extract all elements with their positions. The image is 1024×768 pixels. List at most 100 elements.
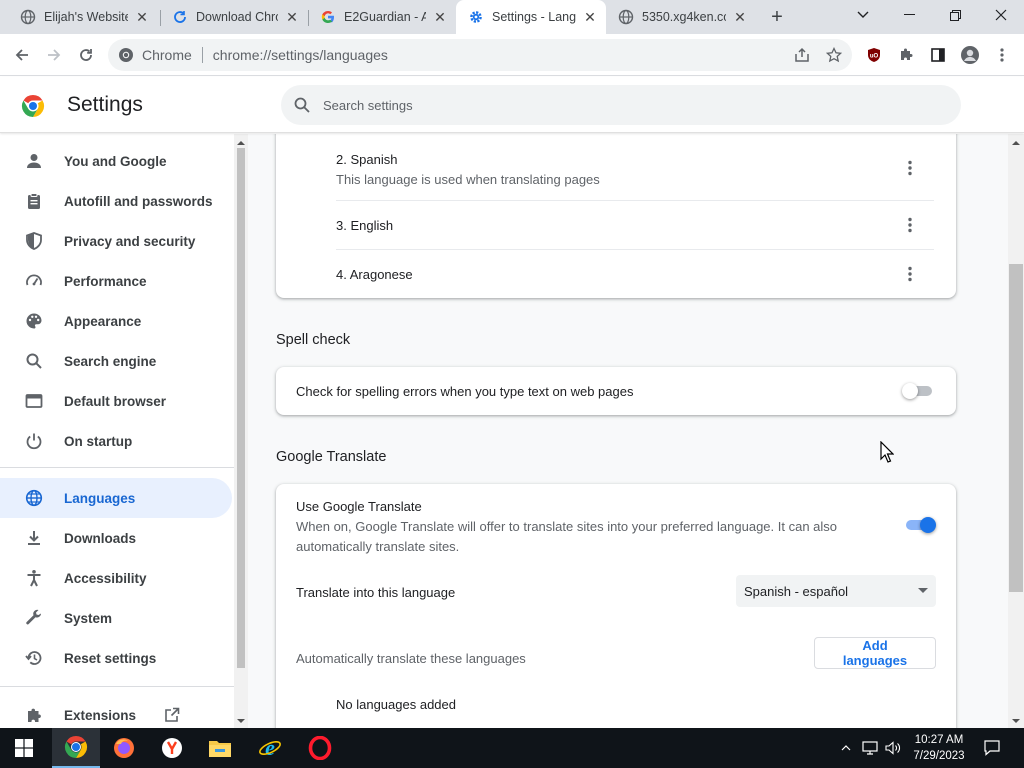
- sidebar-item-system[interactable]: System: [0, 598, 232, 638]
- tab-download-chrome[interactable]: Download Chro ✕: [160, 0, 308, 34]
- scroll-down-arrow-icon[interactable]: [234, 716, 248, 726]
- taskbar-firefox[interactable]: [100, 728, 148, 768]
- browser-toolbar: Chrome chrome://settings/languages uO: [0, 34, 1024, 76]
- sidebar-item-on-startup[interactable]: On startup: [0, 421, 232, 461]
- sidebar-item-reset-settings[interactable]: Reset settings: [0, 638, 232, 678]
- search-icon: [294, 97, 310, 113]
- globe-icon: [618, 9, 634, 25]
- tab-xg4ken[interactable]: 5350.xg4ken.co ✕: [606, 0, 756, 34]
- sidebar-scroll-thumb[interactable]: [237, 148, 245, 668]
- network-button[interactable]: [860, 728, 880, 768]
- scroll-down-arrow-icon[interactable]: [1008, 716, 1024, 726]
- sidebar-item-search-engine[interactable]: Search engine: [0, 341, 232, 381]
- new-tab-button[interactable]: +: [764, 5, 790, 29]
- divider: [0, 467, 234, 468]
- minimize-button[interactable]: [886, 0, 932, 30]
- main-scroll-thumb[interactable]: [1009, 264, 1023, 592]
- volume-button[interactable]: [882, 728, 904, 768]
- reload-button[interactable]: [72, 41, 100, 69]
- no-languages-text: No languages added: [336, 697, 456, 712]
- sidebar-item-appearance[interactable]: Appearance: [0, 301, 232, 341]
- arrow-left-icon: [15, 49, 28, 61]
- reset-history-icon: [24, 648, 44, 668]
- sidebar-scrollbar[interactable]: [234, 134, 248, 728]
- sidebar-item-privacy[interactable]: Privacy and security: [0, 221, 232, 261]
- google-translate-toggle[interactable]: [904, 517, 936, 533]
- side-panel-button[interactable]: [926, 43, 950, 67]
- close-icon[interactable]: ✕: [284, 9, 300, 25]
- close-icon[interactable]: ✕: [732, 9, 748, 25]
- taskbar-yandex[interactable]: [148, 728, 196, 768]
- settings-sidebar: You and Google Autofill and passwords Pr…: [0, 134, 234, 728]
- wrench-icon: [24, 608, 44, 628]
- tab-e2guardian[interactable]: E2Guardian - Ac ✕: [308, 0, 456, 34]
- sidebar-item-default-browser[interactable]: Default browser: [0, 381, 232, 421]
- sidebar-item-performance[interactable]: Performance: [0, 261, 232, 301]
- back-button[interactable]: [8, 41, 36, 69]
- sidebar-item-autofill[interactable]: Autofill and passwords: [0, 181, 232, 221]
- sidebar-item-label: Extensions: [64, 707, 137, 723]
- forward-button[interactable]: [40, 41, 68, 69]
- sidebar-item-accessibility[interactable]: Accessibility: [0, 558, 232, 598]
- tab-title: Settings - Lang: [492, 10, 576, 24]
- language-more-actions-button[interactable]: [900, 158, 920, 178]
- share-button[interactable]: [790, 43, 814, 67]
- taskbar-file-explorer[interactable]: [196, 728, 244, 768]
- chevron-down-icon: [857, 11, 869, 18]
- sidebar-item-label: Privacy and security: [64, 233, 196, 249]
- search-input[interactable]: [323, 97, 923, 113]
- translate-into-select[interactable]: Spanish - español: [736, 575, 936, 607]
- sidebar-item-downloads[interactable]: Downloads: [0, 518, 232, 558]
- main-scrollbar[interactable]: [1008, 134, 1024, 728]
- windows-logo-icon: [15, 739, 33, 757]
- sidebar-item-label: On startup: [64, 433, 133, 449]
- settings-search[interactable]: [281, 85, 961, 125]
- tab-settings-languages[interactable]: Settings - Lang ✕: [456, 0, 606, 34]
- tab-search-button[interactable]: [840, 0, 886, 30]
- close-icon[interactable]: ✕: [134, 9, 150, 25]
- address-bar[interactable]: Chrome chrome://settings/languages: [108, 39, 852, 71]
- chrome-icon: [119, 48, 133, 62]
- clock-date: 7/29/2023: [913, 750, 965, 762]
- puzzle-icon: [24, 705, 44, 725]
- sidebar-item-label: Reset settings: [64, 650, 157, 666]
- sidebar-item-label: You and Google: [64, 153, 167, 169]
- sidebar-item-languages[interactable]: Languages: [0, 478, 232, 518]
- sidebar-item-extensions[interactable]: Extensions: [0, 695, 232, 728]
- ublock-shield-icon: uO: [868, 48, 880, 62]
- tray-overflow-button[interactable]: [836, 728, 856, 768]
- taskbar-chrome[interactable]: [52, 728, 100, 768]
- person-icon: [24, 151, 44, 171]
- translate-into-label: Translate into this language: [296, 585, 456, 600]
- taskbar-clock[interactable]: 10:27 AM 7/29/2023: [904, 732, 974, 764]
- menu-button[interactable]: [990, 43, 1014, 67]
- restore-button[interactable]: [932, 0, 978, 30]
- start-button[interactable]: [0, 728, 48, 768]
- language-row-english: 3. English: [336, 201, 934, 250]
- language-more-actions-button[interactable]: [900, 215, 920, 235]
- scroll-up-arrow-icon[interactable]: [234, 138, 248, 148]
- ublock-extension-button[interactable]: uO: [862, 43, 886, 67]
- extensions-button[interactable]: [894, 43, 918, 67]
- close-icon[interactable]: ✕: [582, 9, 598, 25]
- opera-icon: [308, 736, 332, 760]
- language-more-actions-button[interactable]: [900, 264, 920, 284]
- taskbar-internet-explorer[interactable]: e: [246, 728, 294, 768]
- taskbar-opera[interactable]: [296, 728, 344, 768]
- language-name: 3. English: [336, 218, 394, 233]
- restore-icon: [949, 9, 961, 21]
- action-center-button[interactable]: [980, 728, 1004, 768]
- close-window-button[interactable]: [978, 0, 1024, 30]
- tab-elijahs-website[interactable]: Elijah's Website ✕: [8, 0, 158, 34]
- language-row-aragonese: 4. Aragonese: [336, 250, 934, 299]
- puzzle-icon: [901, 48, 913, 60]
- spell-check-toggle[interactable]: [902, 383, 934, 399]
- scroll-up-arrow-icon[interactable]: [1008, 138, 1024, 148]
- sidebar-item-you-and-google[interactable]: You and Google: [0, 141, 232, 181]
- profile-button[interactable]: [958, 43, 982, 67]
- use-google-translate-description-line2: automatically translate sites.: [296, 539, 460, 554]
- site-info-chip[interactable]: Chrome: [118, 47, 192, 63]
- close-icon[interactable]: ✕: [432, 9, 448, 25]
- add-languages-button[interactable]: Add languages: [814, 637, 936, 669]
- bookmark-button[interactable]: [822, 43, 846, 67]
